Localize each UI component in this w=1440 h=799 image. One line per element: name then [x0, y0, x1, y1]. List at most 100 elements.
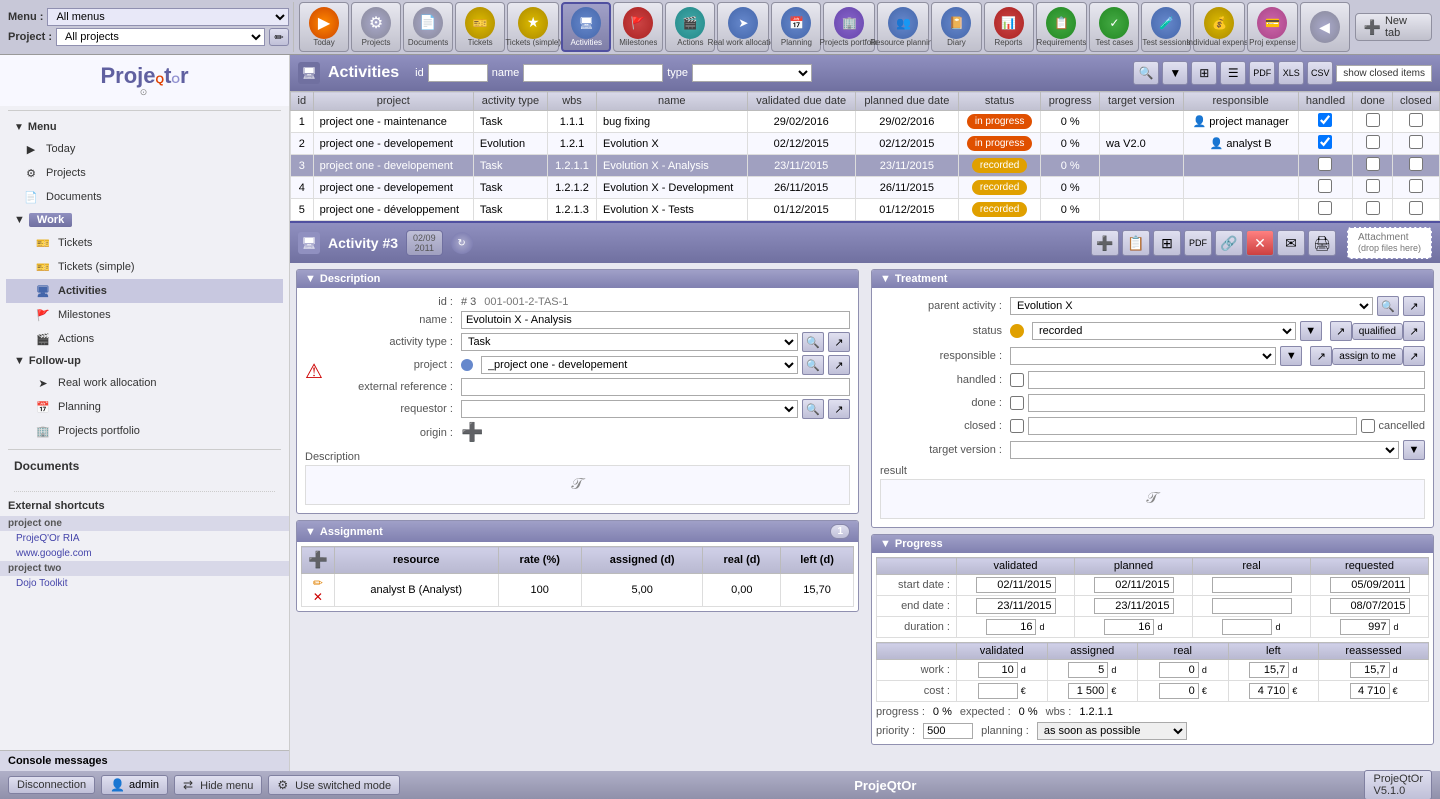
status-select[interactable]: recorded	[1032, 322, 1296, 340]
assignment-toggle[interactable]: ▼	[305, 526, 316, 538]
clipboard-btn[interactable]: ⊞	[1153, 230, 1181, 256]
tickets-btn[interactable]: 🎫 Tickets	[455, 2, 505, 52]
test-cases-btn[interactable]: ✓ Test cases	[1089, 2, 1139, 52]
edit-assignment-btn[interactable]: ✏	[313, 576, 323, 590]
closed-checkbox[interactable]	[1409, 113, 1423, 127]
real-work-btn[interactable]: ➤ Real work allocation	[717, 2, 769, 52]
planning-select[interactable]: as soon as possible	[1037, 722, 1187, 740]
xls-btn[interactable]: XLS	[1278, 61, 1304, 85]
description-editor[interactable]: 𝒯	[305, 465, 850, 505]
external-ref-input[interactable]	[461, 378, 850, 396]
status-expand-btn[interactable]: ▼	[1300, 321, 1322, 341]
sidebar-item-tickets-simple[interactable]: 🎫 Tickets (simple)	[6, 255, 283, 279]
handled-checkbox[interactable]	[1318, 157, 1332, 171]
projects-portfolio-btn[interactable]: 🏢 Projects portfolio	[823, 2, 875, 52]
cost-reassessed-input[interactable]	[1350, 683, 1390, 699]
type-filter-select[interactable]	[692, 64, 812, 82]
refresh-icon[interactable]: ↻	[451, 232, 473, 254]
sidebar-item-planning[interactable]: 📅 Planning	[6, 395, 283, 419]
activity-type-goto-btn[interactable]: ↗	[828, 332, 850, 352]
cost-left-input[interactable]	[1249, 683, 1289, 699]
proj-expense-btn[interactable]: 💳 Proj expense	[1247, 2, 1297, 52]
search-btn[interactable]: 🔍	[1133, 61, 1159, 85]
closed-checkbox[interactable]	[1409, 135, 1423, 149]
table-row[interactable]: 3 project one - developement Task 1.2.1.…	[291, 155, 1440, 177]
sidebar-item-projects[interactable]: ⚙ Projects	[6, 161, 283, 185]
activity-type-select[interactable]: Task	[461, 333, 798, 351]
nav-back-btn[interactable]: ◀	[1300, 2, 1350, 52]
col-wbs[interactable]: wbs	[547, 92, 596, 111]
parent-search-btn[interactable]: 🔍	[1377, 296, 1399, 316]
closed-checkbox[interactable]	[1409, 201, 1423, 215]
del-assignment-btn[interactable]: ✕	[313, 590, 323, 604]
end-requested-input[interactable]	[1330, 598, 1410, 614]
today-btn[interactable]: ▶ Today	[299, 2, 349, 52]
handled-field-checkbox[interactable]	[1010, 373, 1024, 387]
cost-validated-input[interactable]	[978, 683, 1018, 699]
result-editor[interactable]: 𝒯	[880, 479, 1425, 519]
sidebar-item-projects-portfolio[interactable]: 🏢 Projects portfolio	[6, 419, 283, 443]
work-validated-input[interactable]	[978, 662, 1018, 678]
table-row[interactable]: 2 project one - developement Evolution 1…	[291, 133, 1440, 155]
tickets-simple-btn[interactable]: ★ Tickets (simple)	[507, 2, 559, 52]
name-filter-input[interactable]	[523, 64, 663, 82]
requestor-goto-btn[interactable]: ↗	[828, 399, 850, 419]
responsible-expand-btn[interactable]: ▼	[1280, 346, 1302, 366]
switched-mode-btn[interactable]: ⚙ Use switched mode	[268, 775, 400, 795]
mail-btn[interactable]: ✉	[1277, 230, 1305, 256]
google-link[interactable]: www.google.com	[0, 546, 289, 561]
done-checkbox[interactable]	[1366, 135, 1380, 149]
new-tab-btn[interactable]: ➕ New tab	[1355, 13, 1432, 41]
parent-goto-btn[interactable]: ↗	[1403, 296, 1425, 316]
priority-input[interactable]	[923, 723, 973, 739]
closed-checkbox[interactable]	[1409, 179, 1423, 193]
edit-project-btn[interactable]: ✏	[269, 28, 289, 46]
test-sessions-btn[interactable]: 🧪 Test sessions	[1141, 2, 1191, 52]
milestones-btn[interactable]: 🚩 Milestones	[613, 2, 663, 52]
projects-btn[interactable]: ⚙ Projects	[351, 2, 401, 52]
delete-btn[interactable]: ✕	[1246, 230, 1274, 256]
table-row[interactable]: 5 project one - développement Task 1.2.1…	[291, 199, 1440, 221]
individual-expense-btn[interactable]: 💰 Individual expense	[1193, 2, 1245, 52]
resource-planning-btn[interactable]: 👥 Resource planning	[877, 2, 929, 52]
cost-assigned-input[interactable]	[1068, 683, 1108, 699]
activities-btn[interactable]: 🖥 Activities	[561, 2, 611, 52]
sidebar-work-group[interactable]: ▼ Work	[6, 209, 283, 231]
work-reassessed-input[interactable]	[1350, 662, 1390, 678]
dur-planned-input[interactable]	[1104, 619, 1154, 635]
add-btn[interactable]: ➕	[1091, 230, 1119, 256]
dojo-toolkit-link[interactable]: Dojo Toolkit	[0, 576, 289, 591]
attachment-area[interactable]: Attachment(drop files here)	[1347, 227, 1432, 259]
start-validated-input[interactable]	[976, 577, 1056, 593]
assign-me-link-btn[interactable]: ↗	[1403, 346, 1425, 366]
add-assignment-btn[interactable]: ➕	[308, 552, 328, 569]
col-status[interactable]: status	[958, 92, 1040, 111]
requestor-search-btn[interactable]: 🔍	[802, 399, 824, 419]
qualified-goto-btn[interactable]: ↗	[1330, 321, 1352, 341]
csv-btn[interactable]: CSV	[1307, 61, 1333, 85]
work-left-input[interactable]	[1249, 662, 1289, 678]
col-name[interactable]: name	[597, 92, 748, 111]
col-id[interactable]: id	[291, 92, 314, 111]
col-responsible[interactable]: responsible	[1183, 92, 1298, 111]
table-row[interactable]: 4 project one - developement Task 1.2.1.…	[291, 177, 1440, 199]
responsible-select[interactable]	[1010, 347, 1276, 365]
col-progress[interactable]: progress	[1041, 92, 1100, 111]
sidebar-item-actions[interactable]: 🎬 Actions	[6, 327, 283, 351]
col-closed[interactable]: closed	[1392, 92, 1439, 111]
end-planned-input[interactable]	[1094, 598, 1174, 614]
sidebar-item-activities[interactable]: 🖥 Activities	[6, 279, 283, 303]
target-version-select[interactable]	[1010, 441, 1399, 459]
print-btn[interactable]: 🖨	[1308, 230, 1336, 256]
disconnect-btn[interactable]: Disconnection	[8, 776, 95, 794]
sidebar-item-tickets[interactable]: 🎫 Tickets	[6, 231, 283, 255]
start-requested-input[interactable]	[1330, 577, 1410, 593]
col-handled[interactable]: handled	[1298, 92, 1353, 111]
dur-real-input[interactable]	[1222, 619, 1272, 635]
done-checkbox[interactable]	[1366, 179, 1380, 193]
start-planned-input[interactable]	[1094, 577, 1174, 593]
pdf-export-btn[interactable]: PDF	[1184, 230, 1212, 256]
done-field-checkbox[interactable]	[1010, 396, 1024, 410]
start-real-input[interactable]	[1212, 577, 1292, 593]
pdf-btn[interactable]: PDF	[1249, 61, 1275, 85]
